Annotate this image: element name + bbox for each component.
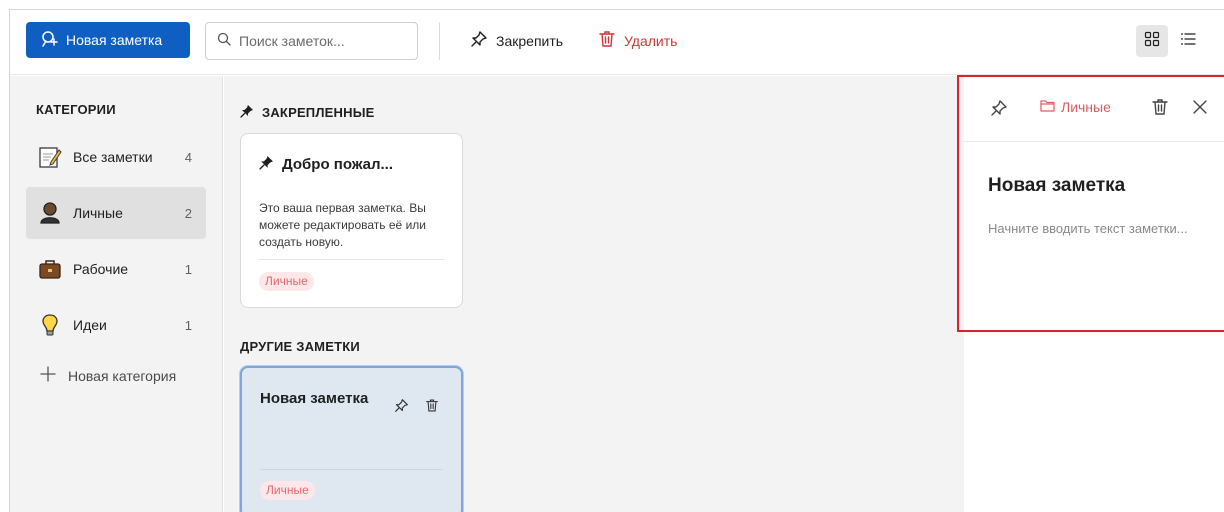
memo-icon	[37, 144, 63, 170]
list-view-icon	[1180, 31, 1196, 52]
search-input[interactable]	[239, 33, 399, 49]
other-section-title: ДРУГИЕ ЗАМЕТКИ	[240, 339, 360, 354]
pin-label: Закрепить	[496, 32, 564, 49]
pinned-title-label: ЗАКРЕПЛЕННЫЕ	[262, 105, 375, 120]
trash-icon	[1152, 99, 1168, 115]
note-title: Новая заметка	[260, 390, 368, 407]
note-title-text: Добро пожал...	[282, 156, 394, 173]
grid-view-icon	[1144, 31, 1160, 52]
note-title-text: Новая заметка	[260, 390, 369, 407]
note-card-actions	[394, 398, 439, 418]
note-divider	[260, 469, 443, 470]
detail-close-button[interactable]	[1193, 100, 1207, 119]
detail-category-button[interactable]: Личные	[1040, 99, 1111, 115]
grid-view-button[interactable]	[1136, 25, 1168, 57]
note-divider	[259, 259, 444, 260]
categories-title: КАТЕГОРИИ	[36, 102, 116, 117]
notes-area: ЗАКРЕПЛЕННЫЕ Добро пожал... Это ваша пер…	[224, 76, 964, 512]
pin-icon[interactable]	[394, 398, 409, 418]
detail-toolbar: Личные	[964, 76, 1224, 142]
sidebar-item-label: Личные	[73, 205, 123, 221]
sidebar-item-work[interactable]: Рабочие 1	[26, 243, 206, 295]
pin-icon	[470, 30, 488, 51]
note-category-tag: Личные	[259, 272, 314, 291]
sidebar-item-ideas[interactable]: Идеи 1	[26, 299, 206, 351]
note-title: Добро пожал...	[259, 155, 393, 174]
sidebar: КАТЕГОРИИ Все заметки 4 Личные 2 Рабочие…	[10, 76, 223, 512]
pushpin-icon	[240, 104, 254, 121]
new-note-icon	[40, 30, 58, 51]
sidebar-item-personal[interactable]: Личные 2	[26, 187, 206, 239]
sidebar-item-label: Все заметки	[73, 149, 153, 165]
search-icon	[217, 32, 231, 51]
note-card-selected[interactable]: Новая заметка Личные	[240, 366, 463, 512]
note-category-tag: Личные	[260, 481, 315, 500]
new-note-button[interactable]: Новая заметка	[26, 22, 190, 58]
add-category-label: Новая категория	[68, 367, 177, 384]
pinned-section-title: ЗАКРЕПЛЕННЫЕ	[240, 104, 375, 121]
person-icon	[37, 200, 63, 226]
toolbar: Новая заметка Закрепить	[10, 10, 1224, 75]
sidebar-item-count: 2	[184, 205, 192, 221]
delete-label: Удалить	[624, 32, 678, 49]
pushpin-icon	[259, 155, 274, 174]
detail-note-body[interactable]: Начните вводить текст заметки...	[988, 221, 1188, 236]
briefcase-icon	[37, 256, 63, 282]
detail-pin-button[interactable]	[990, 99, 1008, 122]
lightbulb-icon	[37, 312, 63, 338]
close-icon	[1193, 100, 1207, 114]
other-title-label: ДРУГИЕ ЗАМЕТКИ	[240, 339, 360, 354]
note-card-pinned[interactable]: Добро пожал... Это ваша первая заметка. …	[240, 133, 463, 308]
sidebar-item-label: Идеи	[73, 317, 107, 333]
pin-button[interactable]: Закрепить	[470, 30, 563, 51]
sidebar-item-count: 1	[184, 261, 192, 277]
plus-icon	[40, 366, 56, 385]
sidebar-item-count: 1	[184, 317, 192, 333]
list-view-button[interactable]	[1172, 25, 1204, 57]
sidebar-item-all-notes[interactable]: Все заметки 4	[26, 131, 206, 183]
add-category-button[interactable]: Новая категория	[40, 366, 176, 385]
delete-button[interactable]: Удалить	[598, 30, 677, 51]
note-preview: Это ваша первая заметка. Вы можете редак…	[259, 201, 426, 249]
folder-icon	[1040, 99, 1055, 115]
trash-icon[interactable]	[425, 398, 439, 418]
sidebar-item-label: Рабочие	[73, 261, 129, 277]
sidebar-item-count: 4	[184, 149, 192, 165]
pin-icon	[991, 100, 1007, 116]
note-detail-panel: Личные Новая заметка Начните вводить тек…	[964, 76, 1224, 512]
detail-delete-button[interactable]	[1151, 98, 1169, 121]
detail-category-label: Личные	[1061, 99, 1111, 115]
toolbar-divider	[439, 22, 440, 60]
detail-note-title[interactable]: Новая заметка	[988, 175, 1125, 197]
search-box[interactable]	[205, 22, 418, 60]
app-window: Новая заметка Закрепить	[9, 9, 1224, 512]
trash-icon	[598, 30, 616, 51]
new-note-label: Новая заметка	[66, 32, 163, 48]
